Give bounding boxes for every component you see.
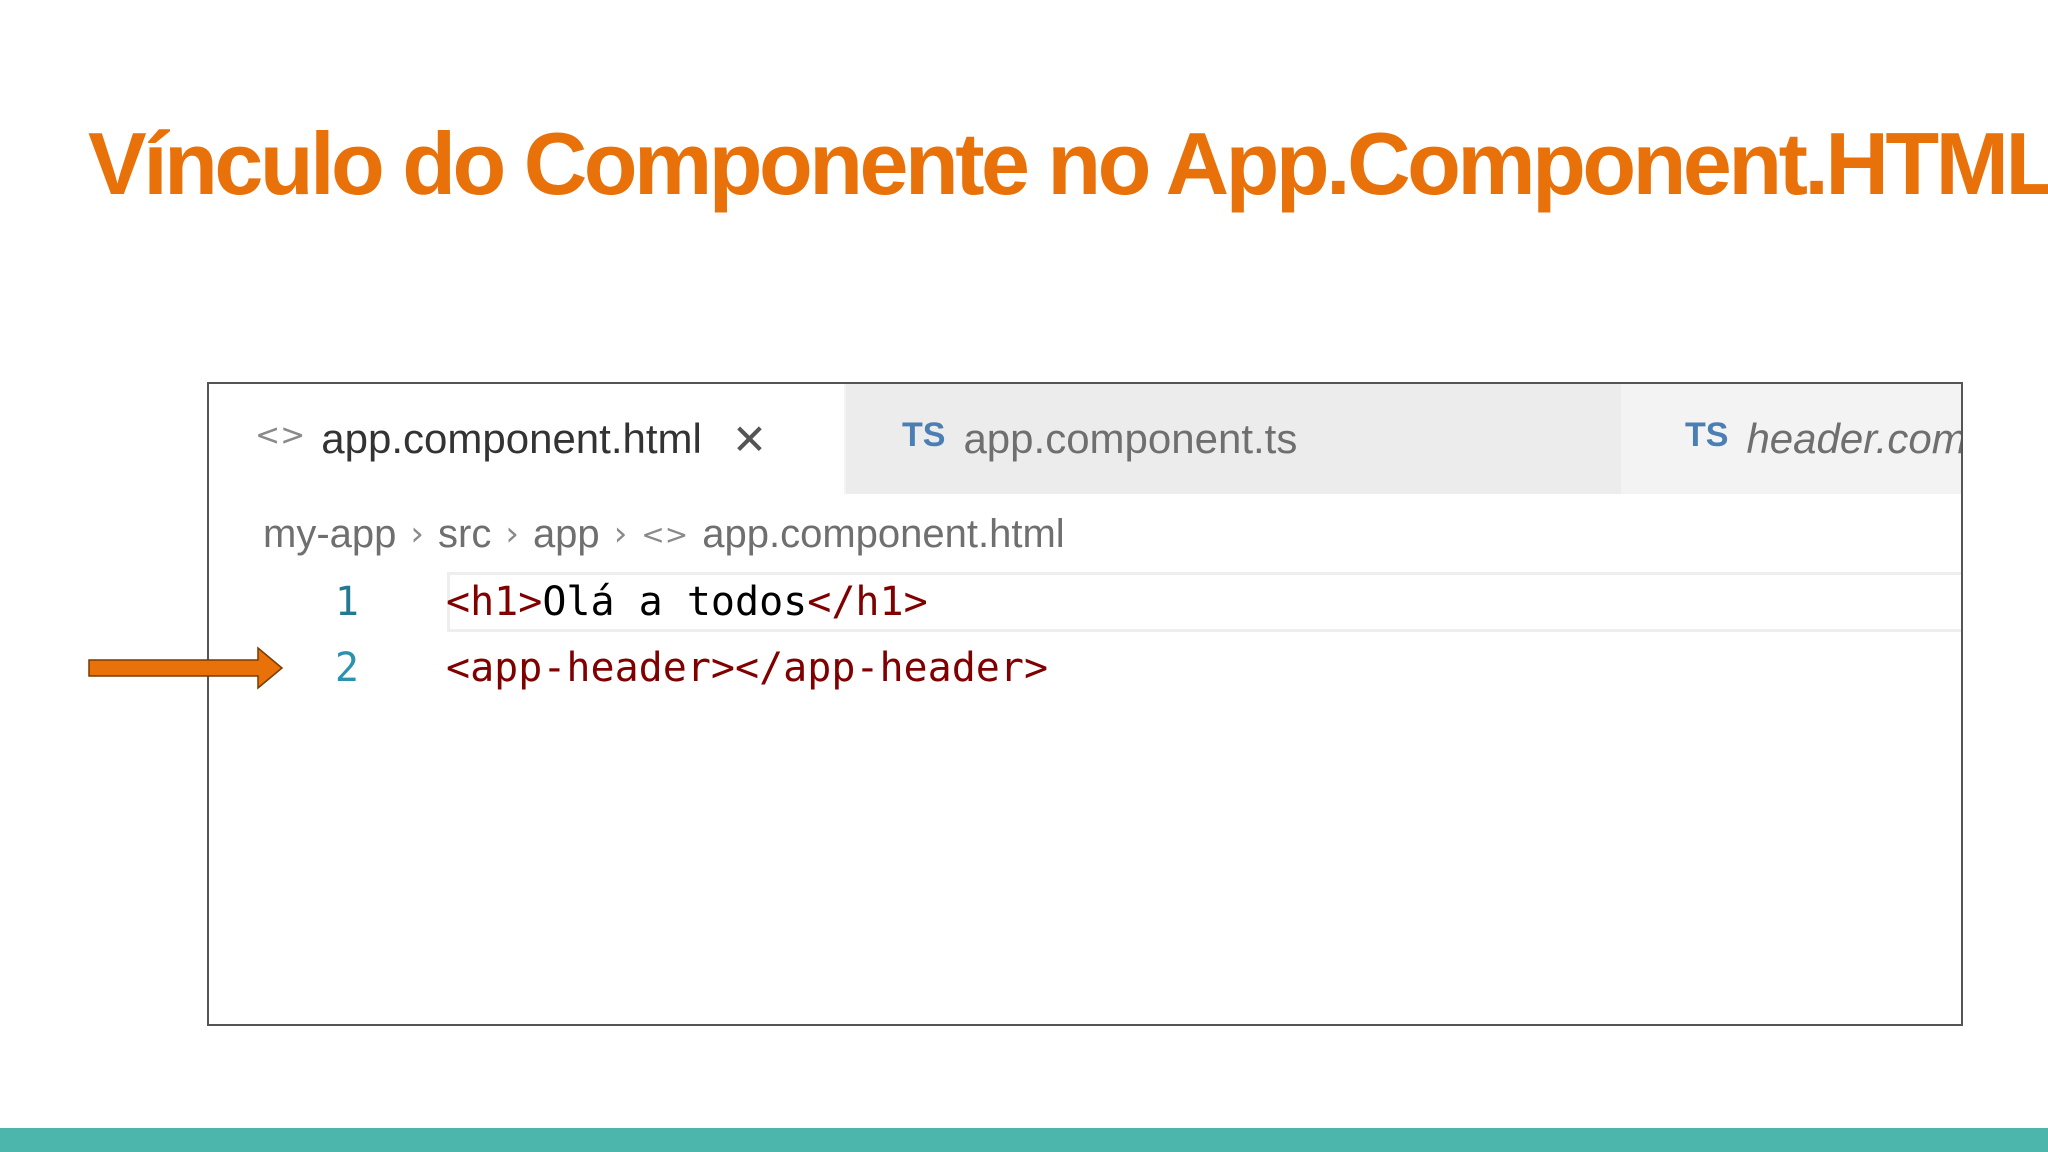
code-token-tag: </h1>	[807, 579, 928, 625]
breadcrumb-item-file[interactable]: app.component.html	[702, 512, 1064, 557]
line-code: <h1>Olá a todos</h1>	[446, 579, 928, 625]
breadcrumb: my-app › src › app › <> app.component.ht…	[263, 506, 1065, 562]
code-token-text: Olá a todos	[542, 579, 808, 625]
line-code: <app-header></app-header>	[446, 645, 1048, 691]
chevron-right-icon: ›	[613, 514, 628, 554]
arrow-right-icon	[88, 646, 284, 690]
html-brackets-icon: <>	[641, 517, 689, 551]
line-number: 1	[334, 579, 359, 625]
tab-app-component-ts[interactable]: TS app.component.ts	[846, 384, 1621, 494]
typescript-icon: TS	[902, 415, 946, 454]
breadcrumb-item-app[interactable]: app	[533, 512, 600, 557]
slide-footer-bar	[0, 1128, 2048, 1152]
slide-title: Vínculo do Componente no App.Component.H…	[88, 114, 2048, 213]
close-icon[interactable]: ✕	[732, 415, 767, 464]
breadcrumb-item-src[interactable]: src	[438, 512, 491, 557]
code-token-tag: <app-header>	[446, 645, 735, 691]
code-token-tag: </app-header>	[734, 645, 1049, 691]
chevron-right-icon: ›	[505, 514, 519, 554]
tab-header-component-ts[interactable]: TS header.component.ts	[1623, 384, 1961, 494]
code-line: 2 <app-header></app-header>	[209, 638, 1961, 698]
breadcrumb-item-my-app[interactable]: my-app	[263, 512, 396, 557]
chevron-right-icon: ›	[410, 514, 424, 554]
code-line: 1 <h1>Olá a todos</h1>	[209, 572, 1961, 632]
code-editor-screenshot: <> app.component.html ✕ TS app.component…	[207, 382, 1963, 1026]
tab-label: header.component.ts	[1746, 415, 1961, 462]
typescript-icon: TS	[1685, 415, 1729, 454]
tab-label: app.component.ts	[963, 415, 1298, 462]
editor-tab-bar: <> app.component.html ✕ TS app.component…	[209, 384, 1961, 494]
code-area[interactable]: 1 <h1>Olá a todos</h1> 2 <app-header></a…	[209, 572, 1961, 1024]
html-brackets-icon: <>	[255, 417, 306, 453]
tab-app-component-html[interactable]: <> app.component.html ✕	[209, 384, 844, 494]
code-token-tag: <h1>	[446, 579, 543, 625]
tab-label: app.component.html	[321, 415, 702, 462]
